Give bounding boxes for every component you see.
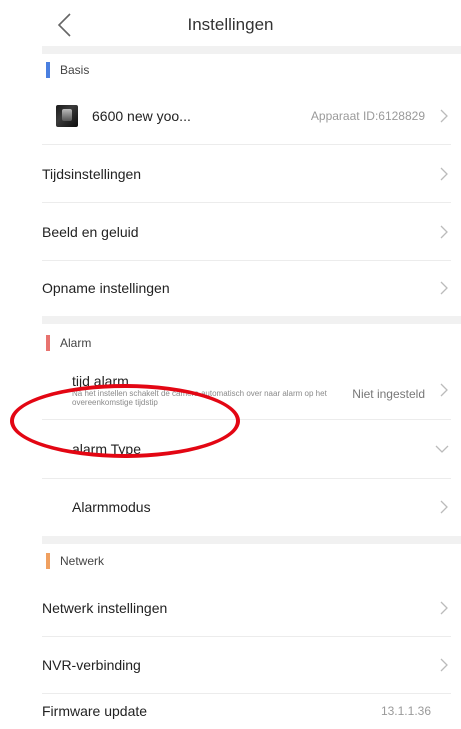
alarm-mode-label: Alarmmodus: [72, 499, 151, 515]
chevron-right-icon: [440, 281, 448, 295]
chevron-right-icon: [440, 601, 448, 615]
section-accent-alarm: [46, 335, 50, 351]
nvr-connection-row[interactable]: NVR-verbinding: [42, 637, 451, 694]
section-label-basis: Basis: [60, 63, 90, 77]
firmware-update-label: Firmware update: [42, 703, 148, 719]
divider: [42, 536, 461, 544]
section-label-alarm: Alarm: [60, 336, 92, 350]
recording-settings-row[interactable]: Opname instellingen: [42, 261, 451, 315]
time-alarm-label: tijd alarm: [72, 373, 129, 389]
section-header-alarm: Alarm: [42, 328, 461, 358]
divider: [42, 46, 461, 54]
chevron-right-icon: [440, 500, 448, 514]
recording-settings-label: Opname instellingen: [42, 280, 170, 296]
chevron-right-icon: [440, 383, 448, 397]
section-accent-basis: [46, 62, 50, 78]
chevron-right-icon: [440, 167, 448, 180]
divider: [42, 316, 461, 324]
back-arrow-icon[interactable]: [56, 12, 74, 38]
section-header-basis: Basis: [42, 55, 461, 85]
time-alarm-row[interactable]: tijd alarm Na het instellen schakelt de …: [42, 361, 451, 420]
image-sound-row[interactable]: Beeld en geluid: [42, 203, 451, 261]
page-title: Instellingen: [187, 15, 274, 34]
device-id: Apparaat ID:6128829: [310, 109, 425, 123]
network-settings-row[interactable]: Netwerk instellingen: [42, 580, 451, 637]
device-row[interactable]: 6600 new yoo... Apparaat ID:6128829: [42, 88, 451, 145]
device-thumbnail: [56, 105, 78, 127]
alarm-type-row[interactable]: alarm Type: [42, 420, 451, 479]
settings-screen: Instellingen Basis 6600 new yoo... Appar…: [0, 0, 461, 729]
time-alarm-value: Niet ingesteld: [352, 387, 425, 401]
chevron-down-icon: [435, 445, 449, 453]
firmware-version: 13.1.1.36: [380, 704, 431, 718]
header-bar: Instellingen: [0, 0, 461, 50]
chevron-right-icon: [440, 225, 448, 238]
image-sound-label: Beeld en geluid: [42, 223, 139, 240]
section-label-netwerk: Netwerk: [60, 554, 105, 568]
time-settings-label: Tijdsinstellingen: [42, 165, 142, 182]
firmware-update-row[interactable]: Firmware update 13.1.1.36: [42, 694, 451, 728]
chevron-right-icon: [440, 658, 448, 672]
alarm-mode-row[interactable]: Alarmmodus: [42, 479, 451, 535]
network-settings-label: Netwerk instellingen: [42, 600, 168, 616]
section-header-netwerk: Netwerk: [42, 546, 461, 576]
alarm-type-label: alarm Type: [72, 441, 141, 457]
time-alarm-description: Na het instellen schakelt de camera auto…: [72, 389, 327, 407]
section-accent-netwerk: [46, 553, 50, 569]
chevron-right-icon: [440, 109, 448, 123]
device-name: 6600 new yoo...: [92, 108, 191, 124]
nvr-connection-label: NVR-verbinding: [42, 657, 141, 673]
time-settings-row[interactable]: Tijdsinstellingen: [42, 145, 451, 203]
